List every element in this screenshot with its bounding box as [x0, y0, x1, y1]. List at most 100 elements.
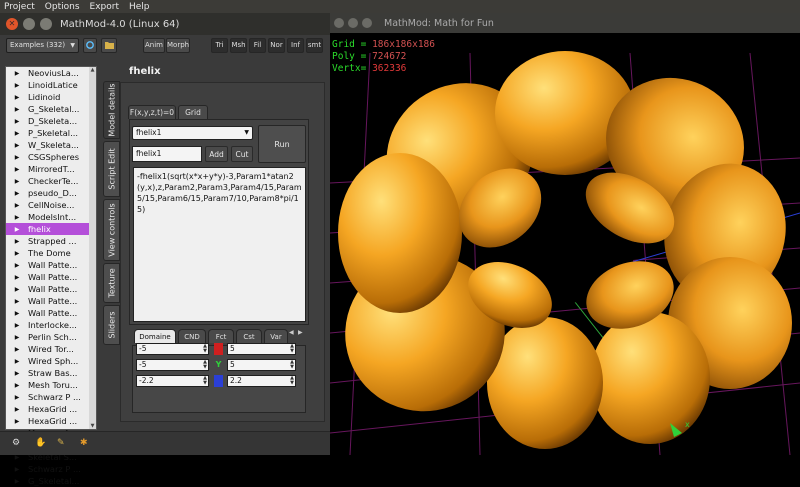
- tree-item[interactable]: ▶ Wall Patte...: [6, 283, 96, 295]
- expand-arrow-icon[interactable]: ▶: [12, 370, 22, 377]
- tree-item[interactable]: ▶ Schwarz P ...: [6, 463, 96, 475]
- tri-button[interactable]: Tri: [211, 38, 228, 53]
- tree-item[interactable]: ▶ W_Skeleta...: [6, 139, 96, 151]
- add-button[interactable]: Add: [205, 146, 228, 162]
- smt-button[interactable]: smt: [306, 38, 323, 53]
- menu-options[interactable]: Options: [40, 2, 85, 12]
- tree-item[interactable]: ▶ P_Skeletal...: [6, 127, 96, 139]
- y-max-input[interactable]: 5 ▲ ▼: [227, 359, 296, 371]
- tree-item[interactable]: ▶ Wall Patte...: [6, 259, 96, 271]
- inf-button[interactable]: Inf: [287, 38, 304, 53]
- expand-arrow-icon[interactable]: ▶: [12, 466, 22, 473]
- tab-script-edit[interactable]: Script Edit: [103, 141, 120, 197]
- tab-sliders[interactable]: Sliders: [103, 305, 120, 345]
- tab-texture[interactable]: Texture: [103, 263, 120, 303]
- tree-item[interactable]: ▶ Wall Patte...: [6, 271, 96, 283]
- spin-arrows-icon[interactable]: ▲ ▼: [203, 360, 207, 370]
- tree-item[interactable]: ▶ NeoviusLa...: [6, 67, 96, 79]
- cut-button[interactable]: Cut: [231, 146, 253, 162]
- expand-arrow-icon[interactable]: ▶: [12, 406, 22, 413]
- tree-scrollbar[interactable]: ▲ ▼: [89, 67, 96, 429]
- run-button[interactable]: Run: [258, 125, 306, 163]
- expand-arrow-icon[interactable]: ▶: [12, 286, 22, 293]
- expand-arrow-icon[interactable]: ▶: [12, 214, 22, 221]
- y-min-input[interactable]: -5 ▲ ▼: [136, 359, 209, 371]
- tree-item[interactable]: ▶ Mesh Toru...: [6, 379, 96, 391]
- tab-cst[interactable]: Cst: [236, 329, 262, 343]
- tree-item[interactable]: ▶ HexaGrid ...: [6, 415, 96, 427]
- spin-arrows-icon[interactable]: ▲ ▼: [290, 376, 294, 386]
- function-name-input[interactable]: fhelix1: [132, 146, 202, 162]
- nor-button[interactable]: Nor: [268, 38, 285, 53]
- model-tree[interactable]: ▶ NeoviusLa... ▶ LinoidLatice ▶ Lidinoid ▶ G_Sk…: [5, 66, 97, 486]
- tree-item[interactable]: ▶ Wall Patte...: [6, 295, 96, 307]
- expand-arrow-icon[interactable]: ▶: [12, 334, 22, 341]
- expand-arrow-icon[interactable]: ▶: [12, 382, 22, 389]
- sliders-icon[interactable]: ⚙: [12, 438, 20, 448]
- tab-model-details[interactable]: Model details: [103, 81, 120, 139]
- expand-arrow-icon[interactable]: ▶: [12, 106, 22, 113]
- tree-item[interactable]: ▶ LinoidLatice: [6, 79, 96, 91]
- tree-item[interactable]: ▶ Wired Tor...: [6, 343, 96, 355]
- tree-item[interactable]: ▶ pseudo_D...: [6, 187, 96, 199]
- tree-item[interactable]: ▶ G_Skeletal...: [6, 103, 96, 115]
- maximize-icon[interactable]: [40, 18, 52, 30]
- expand-arrow-icon[interactable]: ▶: [12, 202, 22, 209]
- tree-item[interactable]: ▶ Wired Sph...: [6, 355, 96, 367]
- tree-item[interactable]: ▶ G_Skeletal...: [6, 475, 96, 487]
- expand-arrow-icon[interactable]: ▶: [12, 322, 22, 329]
- msh-button[interactable]: Msh: [230, 38, 247, 53]
- expand-arrow-icon[interactable]: ▶: [12, 154, 22, 161]
- close-icon[interactable]: [334, 18, 344, 28]
- expand-arrow-icon[interactable]: ▶: [12, 418, 22, 425]
- fil-button[interactable]: Fil: [249, 38, 266, 53]
- tree-item[interactable]: ▶ Interlocke...: [6, 319, 96, 331]
- tree-item[interactable]: ▶ ModelsInt...: [6, 211, 96, 223]
- expand-arrow-icon[interactable]: ▶: [12, 94, 22, 101]
- expand-arrow-icon[interactable]: ▶: [12, 478, 22, 485]
- expand-arrow-icon[interactable]: ▶: [12, 166, 22, 173]
- spin-arrows-icon[interactable]: ▲ ▼: [203, 344, 207, 354]
- expand-arrow-icon[interactable]: ▶: [12, 190, 22, 197]
- x-max-input[interactable]: 5 ▲ ▼: [227, 343, 296, 355]
- expand-arrow-icon[interactable]: ▶: [12, 82, 22, 89]
- tree-item[interactable]: ▶ HexaGrid ...: [6, 403, 96, 415]
- tab-view-controls[interactable]: View controls: [103, 199, 120, 261]
- expand-arrow-icon[interactable]: ▶: [12, 250, 22, 257]
- expand-arrow-icon[interactable]: ▶: [12, 310, 22, 317]
- tab-grid[interactable]: Grid: [178, 105, 208, 119]
- expand-arrow-icon[interactable]: ▶: [12, 118, 22, 125]
- tree-item[interactable]: ▶ CheckerTe...: [6, 175, 96, 187]
- refresh-button[interactable]: [83, 38, 97, 53]
- maximize-icon[interactable]: [362, 18, 372, 28]
- x-min-input[interactable]: -5 ▲ ▼: [136, 343, 209, 355]
- tree-item[interactable]: ▶ CellNoise...: [6, 199, 96, 211]
- expand-arrow-icon[interactable]: ▶: [12, 142, 22, 149]
- tab-cnd[interactable]: CND: [178, 329, 206, 343]
- tab-implicit-function[interactable]: F(x,y,z,t)=0: [128, 105, 176, 119]
- 3d-viewport[interactable]: [330, 33, 800, 455]
- scroll-up-icon[interactable]: ▲: [89, 67, 96, 73]
- z-min-input[interactable]: -2.2 ▲ ▼: [136, 375, 209, 387]
- function-select[interactable]: fhelix1 ▼: [132, 126, 253, 140]
- tree-item[interactable]: ▶ Lidinoid: [6, 91, 96, 103]
- expand-arrow-icon[interactable]: ▶: [12, 346, 22, 353]
- tree-item[interactable]: ▶ D_Skeleta...: [6, 115, 96, 127]
- tree-item[interactable]: ▶ Strapped ...: [6, 235, 96, 247]
- tree-item[interactable]: ▶ Wall Patte...: [6, 307, 96, 319]
- expand-arrow-icon[interactable]: ▶: [12, 178, 22, 185]
- tab-domaine[interactable]: Domaine: [134, 329, 176, 343]
- expand-arrow-icon[interactable]: ▶: [12, 262, 22, 269]
- tab-scroll-left-icon[interactable]: ◀: [289, 329, 294, 336]
- expand-arrow-icon[interactable]: ▶: [12, 394, 22, 401]
- menu-project[interactable]: Project: [0, 2, 40, 12]
- script-editor[interactable]: -fhelix1(sqrt(x*x+y*y)-3,Param1*atan2(y,…: [133, 167, 306, 322]
- pointer-icon[interactable]: ✋: [35, 438, 46, 448]
- tree-item[interactable]: ▶ Perlin Sch...: [6, 331, 96, 343]
- expand-arrow-icon[interactable]: ▶: [12, 358, 22, 365]
- tab-fct[interactable]: Fct: [208, 329, 234, 343]
- tab-var[interactable]: Var: [264, 329, 288, 343]
- expand-arrow-icon[interactable]: ▶: [12, 298, 22, 305]
- expand-arrow-icon[interactable]: ▶: [12, 238, 22, 245]
- examples-combo[interactable]: Examples (332) ▼: [6, 38, 79, 53]
